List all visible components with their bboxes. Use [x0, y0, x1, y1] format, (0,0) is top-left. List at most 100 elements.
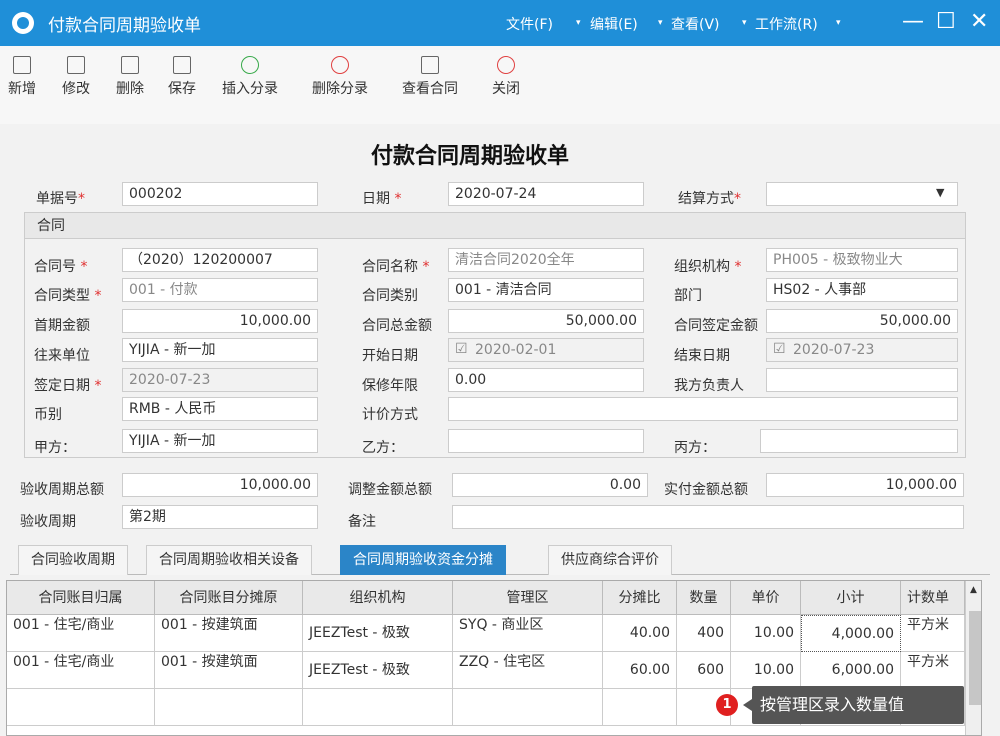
- column-header[interactable]: 管理区: [453, 581, 603, 615]
- party-a-field[interactable]: YIJIA - 新一加: [122, 429, 318, 453]
- close-icon[interactable]: ✕: [970, 8, 988, 36]
- pencil-icon: [67, 56, 85, 74]
- delete-row-button[interactable]: 删除分录: [312, 56, 368, 98]
- signed-amount-field[interactable]: 50,000.00: [766, 309, 958, 333]
- column-header[interactable]: 计数单: [901, 581, 965, 615]
- scroll-up-icon[interactable]: ▲: [970, 585, 977, 595]
- partner-label: 往来单位: [34, 348, 90, 364]
- vertical-scrollbar[interactable]: ▲: [965, 581, 981, 735]
- add-file-icon: [13, 56, 31, 74]
- table-cell[interactable]: [155, 689, 303, 726]
- sign-date-field[interactable]: 2020-07-23: [122, 368, 318, 392]
- table-cell[interactable]: 平方米: [901, 652, 965, 689]
- date-field[interactable]: 2020-07-24: [448, 182, 644, 206]
- dept-field[interactable]: HS02 - 人事部: [766, 278, 958, 302]
- step-badge: 1: [716, 694, 738, 716]
- edit-button[interactable]: 修改: [62, 56, 90, 98]
- remark-field[interactable]: [452, 505, 964, 529]
- period-field[interactable]: 第2期: [122, 505, 318, 529]
- table-cell[interactable]: 10.00: [731, 652, 801, 689]
- app-logo-icon: [12, 12, 34, 34]
- contract-no-field[interactable]: （2020）120200007: [122, 248, 318, 272]
- minus-circle-icon: [331, 56, 349, 74]
- chevron-down-icon: ▾: [576, 18, 581, 28]
- insert-row-button[interactable]: 插入分录: [222, 56, 278, 98]
- owner-field[interactable]: [766, 368, 958, 392]
- adjust-total-field[interactable]: 0.00: [452, 473, 648, 497]
- table-cell[interactable]: 001 - 按建筑面: [155, 652, 303, 689]
- table-cell[interactable]: 001 - 按建筑面: [155, 615, 303, 652]
- delete-button[interactable]: 删除: [116, 56, 144, 98]
- menu-view[interactable]: 查看(V): [671, 14, 720, 34]
- table-cell[interactable]: 平方米: [901, 615, 965, 652]
- column-header[interactable]: 合同账目归属: [7, 581, 155, 615]
- currency-field[interactable]: RMB - 人民币: [122, 397, 318, 421]
- table-cell[interactable]: [7, 689, 155, 726]
- menu-workflow[interactable]: 工作流(R): [755, 14, 818, 34]
- scrollbar-thumb[interactable]: [969, 611, 981, 705]
- table-cell[interactable]: 10.00: [731, 615, 801, 652]
- tab-fund-allocation[interactable]: 合同周期验收资金分摊: [340, 545, 506, 575]
- end-date-label: 结束日期: [674, 348, 730, 364]
- tab-supplier-evaluation[interactable]: 供应商综合评价: [548, 545, 672, 575]
- settle-label: 结算方式*: [678, 191, 741, 207]
- contract-name-field[interactable]: 清洁合同2020全年: [448, 248, 644, 272]
- table-cell[interactable]: JEEZTest - 极致: [303, 652, 453, 689]
- table-cell[interactable]: [453, 689, 603, 726]
- minimize-icon[interactable]: —: [902, 8, 924, 36]
- first-amount-field[interactable]: 10,000.00: [122, 309, 318, 333]
- tooltip: 按管理区录入数量值: [752, 686, 964, 724]
- chevron-down-icon: ▾: [742, 18, 747, 28]
- table-cell[interactable]: 600: [677, 652, 731, 689]
- table-cell[interactable]: 001 - 住宅/商业: [7, 615, 155, 652]
- save-button[interactable]: 保存: [168, 56, 196, 98]
- currency-label: 币别: [34, 407, 62, 423]
- table-cell[interactable]: 001 - 住宅/商业: [7, 652, 155, 689]
- checkbox-icon[interactable]: ☑: [455, 341, 468, 357]
- warranty-field[interactable]: 0.00: [448, 368, 644, 392]
- dept-label: 部门: [674, 288, 702, 304]
- column-header[interactable]: 组织机构: [303, 581, 453, 615]
- column-header[interactable]: 分摊比: [603, 581, 677, 615]
- table-cell[interactable]: SYQ - 商业区: [453, 615, 603, 652]
- settle-select[interactable]: [766, 182, 958, 206]
- view-contract-button[interactable]: 查看合同: [402, 56, 458, 98]
- start-date-field[interactable]: 2020-02-01: [448, 338, 644, 362]
- table-cell[interactable]: ZZQ - 住宅区: [453, 652, 603, 689]
- menu-file[interactable]: 文件(F): [506, 14, 553, 34]
- table-cell[interactable]: 40.00: [603, 615, 677, 652]
- menu-edit[interactable]: 编辑(E): [590, 14, 638, 34]
- tab-acceptance-period[interactable]: 合同验收周期: [18, 545, 128, 575]
- table-cell[interactable]: 6,000.00: [801, 652, 901, 689]
- table-cell[interactable]: [603, 689, 677, 726]
- partner-field[interactable]: YIJIA - 新一加: [122, 338, 318, 362]
- paid-total-field[interactable]: 10,000.00: [766, 473, 964, 497]
- pricing-field[interactable]: [448, 397, 958, 421]
- org-field[interactable]: PH005 - 极致物业大: [766, 248, 958, 272]
- contract-cat-field[interactable]: 001 - 清洁合同: [448, 278, 644, 302]
- column-header[interactable]: 小计: [801, 581, 901, 615]
- column-header[interactable]: 数量: [677, 581, 731, 615]
- table-cell[interactable]: 60.00: [603, 652, 677, 689]
- maximize-icon[interactable]: ☐: [936, 8, 956, 36]
- period-total-label: 验收周期总额: [20, 482, 104, 498]
- total-amount-field[interactable]: 50,000.00: [448, 309, 644, 333]
- table-cell[interactable]: [303, 689, 453, 726]
- end-date-field[interactable]: 2020-07-23: [766, 338, 958, 362]
- period-total-field[interactable]: 10,000.00: [122, 473, 318, 497]
- table-cell[interactable]: JEEZTest - 极致: [303, 615, 453, 652]
- tab-related-equipment[interactable]: 合同周期验收相关设备: [146, 545, 312, 575]
- new-button[interactable]: 新增: [8, 56, 36, 98]
- party-c-field[interactable]: [760, 429, 958, 453]
- party-b-field[interactable]: [448, 429, 644, 453]
- bill-no-field[interactable]: 000202: [122, 182, 318, 206]
- contract-name-label: 合同名称 *: [362, 259, 430, 275]
- table-cell[interactable]: 400: [677, 615, 731, 652]
- column-header[interactable]: 单价: [731, 581, 801, 615]
- column-header[interactable]: 合同账目分摊原: [155, 581, 303, 615]
- close-button[interactable]: 关闭: [492, 56, 520, 98]
- table-cell-selected[interactable]: 4,000.00: [801, 615, 901, 652]
- checkbox-icon[interactable]: ☑: [773, 341, 786, 357]
- contract-type-field[interactable]: 001 - 付款: [122, 278, 318, 302]
- dropdown-arrow-icon[interactable]: ▼: [936, 186, 944, 199]
